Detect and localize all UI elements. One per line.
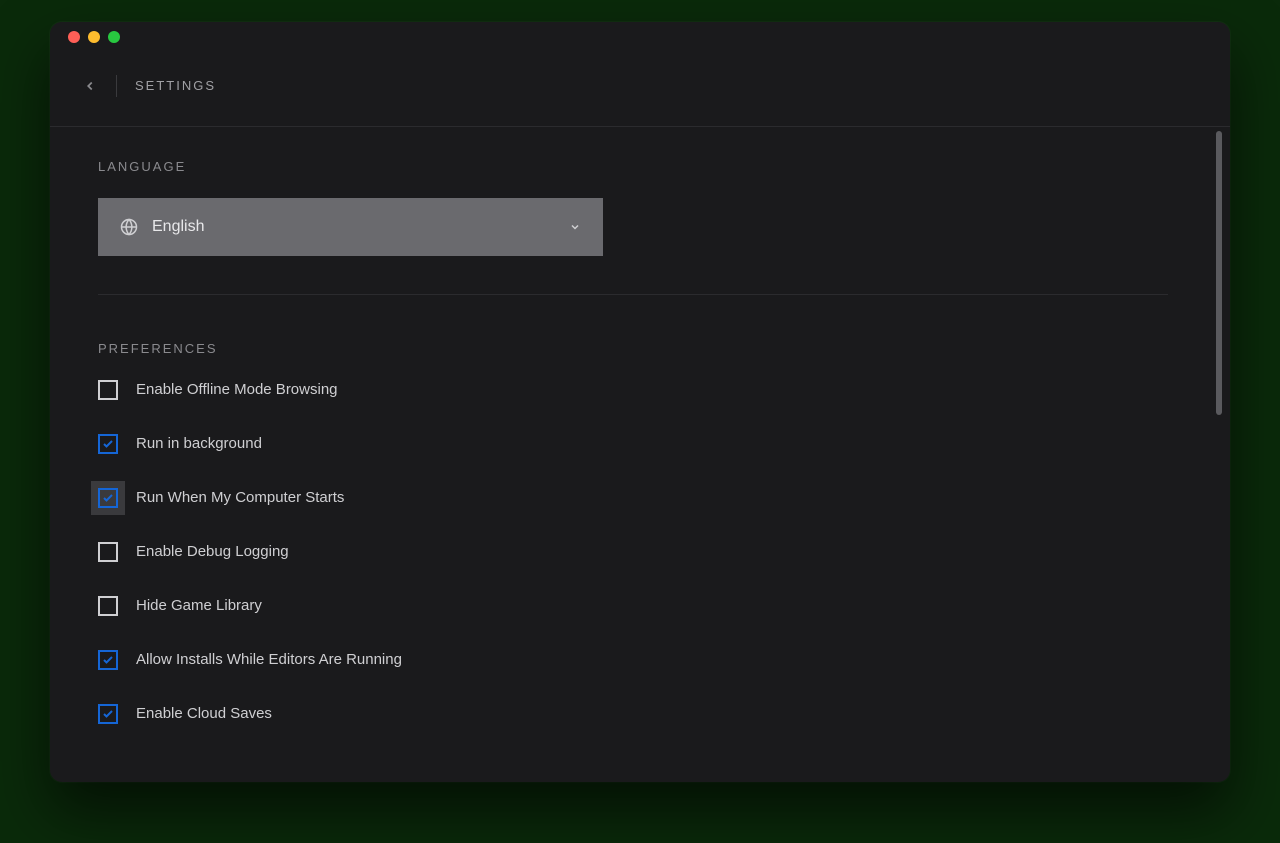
- preferences-section-label: PREFERENCES: [98, 341, 1168, 356]
- pref-allow-installs: Allow Installs While Editors Are Running: [98, 650, 1168, 670]
- content: LANGUAGE English PREFERENCES: [50, 127, 1216, 782]
- pref-hide-library: Hide Game Library: [98, 596, 1168, 616]
- pref-run-background: Run in background: [98, 434, 1168, 454]
- checkbox-hide-library[interactable]: [98, 596, 118, 616]
- checkbox-wrap: [98, 704, 118, 724]
- pref-cloud-saves: Enable Cloud Saves: [98, 704, 1168, 724]
- globe-icon: [120, 218, 138, 236]
- checkbox-wrap: [98, 650, 118, 670]
- pref-debug-logging: Enable Debug Logging: [98, 542, 1168, 562]
- pref-label: Allow Installs While Editors Are Running: [136, 651, 402, 668]
- settings-window: SETTINGS LANGUAGE English: [50, 22, 1230, 782]
- checkbox-allow-installs[interactable]: [98, 650, 118, 670]
- chevron-left-icon: [83, 79, 97, 93]
- back-button[interactable]: [74, 70, 106, 102]
- header: SETTINGS: [50, 52, 1230, 127]
- check-icon: [102, 654, 114, 666]
- checkbox-wrap: [98, 488, 118, 508]
- checkbox-wrap: [98, 380, 118, 400]
- check-icon: [102, 492, 114, 504]
- checkbox-cloud-saves[interactable]: [98, 704, 118, 724]
- header-divider: [116, 75, 117, 97]
- content-wrap: LANGUAGE English PREFERENCES: [50, 127, 1230, 782]
- language-select[interactable]: English: [98, 198, 603, 256]
- minimize-window-button[interactable]: [88, 31, 100, 43]
- pref-label: Enable Cloud Saves: [136, 705, 272, 722]
- checkbox-offline-mode[interactable]: [98, 380, 118, 400]
- language-section-label: LANGUAGE: [98, 159, 1168, 174]
- maximize-window-button[interactable]: [108, 31, 120, 43]
- checkbox-wrap: [98, 434, 118, 454]
- checkbox-run-background[interactable]: [98, 434, 118, 454]
- scroll-thumb[interactable]: [1216, 131, 1222, 416]
- scrollbar[interactable]: [1216, 127, 1230, 782]
- pref-label: Enable Debug Logging: [136, 543, 289, 560]
- checkbox-wrap: [98, 542, 118, 562]
- checkbox-debug-logging[interactable]: [98, 542, 118, 562]
- check-icon: [102, 708, 114, 720]
- chevron-down-icon: [569, 221, 581, 233]
- page-title: SETTINGS: [135, 78, 216, 93]
- pref-label: Hide Game Library: [136, 597, 262, 614]
- pref-run-on-startup: Run When My Computer Starts: [98, 488, 1168, 508]
- pref-label: Run When My Computer Starts: [136, 489, 344, 506]
- section-divider: [98, 294, 1168, 295]
- checkbox-run-on-startup[interactable]: [98, 488, 118, 508]
- language-selected-value: English: [152, 218, 569, 236]
- pref-label: Enable Offline Mode Browsing: [136, 381, 338, 398]
- check-icon: [102, 438, 114, 450]
- pref-label: Run in background: [136, 435, 262, 452]
- close-window-button[interactable]: [68, 31, 80, 43]
- preferences-list: Enable Offline Mode Browsing Run in back…: [98, 380, 1168, 724]
- titlebar: [50, 22, 1230, 52]
- checkbox-wrap: [98, 596, 118, 616]
- pref-offline-mode: Enable Offline Mode Browsing: [98, 380, 1168, 400]
